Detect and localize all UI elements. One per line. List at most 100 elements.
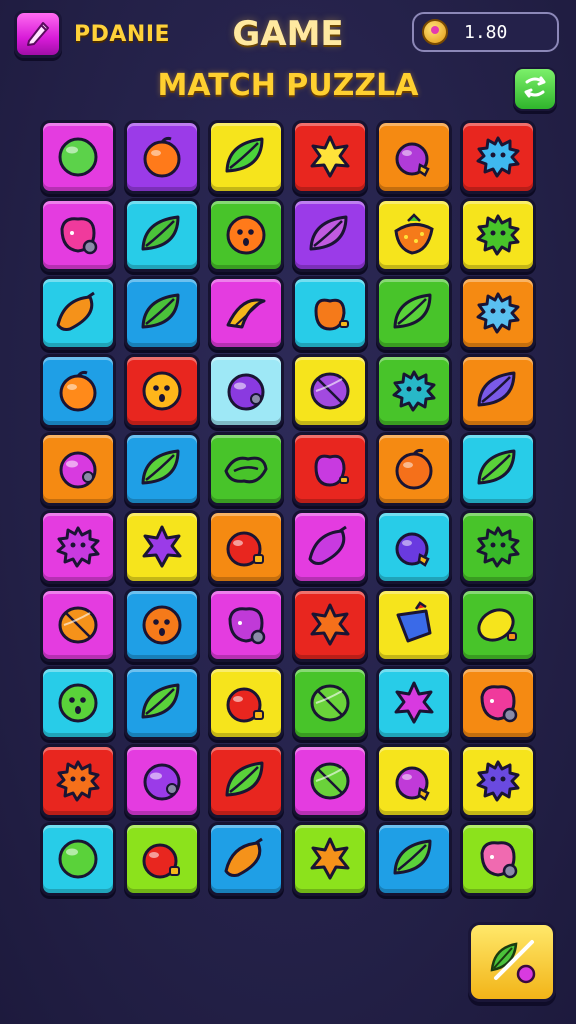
coin-counter[interactable]: 1.80 [412, 12, 559, 52]
coin-value: 1.80 [464, 21, 508, 43]
tile-r4-c3[interactable] [208, 354, 284, 428]
tile-r2-c5[interactable] [376, 198, 452, 272]
tile-r3-c2[interactable] [124, 276, 200, 350]
tile-r8-c4[interactable] [292, 666, 368, 740]
tile-r10-c4[interactable] [292, 822, 368, 896]
tile-r5-c6[interactable] [460, 432, 536, 506]
spiky-icon [476, 760, 520, 802]
tile-r7-c5[interactable] [376, 588, 452, 662]
tile-r7-c3[interactable] [208, 588, 284, 662]
tile-r2-c3[interactable] [208, 198, 284, 272]
tile-r10-c2[interactable] [124, 822, 200, 896]
tile-r4-c1[interactable] [40, 354, 116, 428]
apple-icon [314, 298, 349, 331]
tile-r4-c6[interactable] [460, 354, 536, 428]
tile-r9-c3[interactable] [208, 744, 284, 818]
spiky-icon [392, 370, 436, 412]
tile-r3-c6[interactable] [460, 276, 536, 350]
tile-r3-c1[interactable] [40, 276, 116, 350]
melon-icon [310, 372, 350, 410]
tile-r7-c4[interactable] [292, 588, 368, 662]
tile-r6-c2[interactable] [124, 510, 200, 584]
tile-r6-c4[interactable] [292, 510, 368, 584]
star-icon [310, 135, 350, 178]
tile-r1-c3[interactable] [208, 120, 284, 194]
lemon-icon [477, 608, 517, 642]
tile-r6-c1[interactable] [40, 510, 116, 584]
berry-icon [60, 217, 98, 255]
tile-r2-c4[interactable] [292, 198, 368, 272]
melon-icon [58, 606, 98, 644]
tile-r9-c6[interactable] [460, 744, 536, 818]
leaf-icon [477, 449, 516, 485]
tile-r8-c3[interactable] [208, 666, 284, 740]
blue-icon [396, 601, 432, 643]
orange-icon [395, 448, 433, 490]
spiky-icon [476, 136, 520, 178]
coin-icon [422, 19, 448, 45]
face-icon [142, 371, 182, 411]
tile-r4-c5[interactable] [376, 354, 452, 428]
tile-r1-c2[interactable] [124, 120, 200, 194]
plum-icon [59, 451, 97, 489]
leaf-icon [141, 683, 180, 719]
face-icon [58, 683, 98, 723]
tile-r2-c6[interactable] [460, 198, 536, 272]
tile-r4-c4[interactable] [292, 354, 368, 428]
tile-r8-c6[interactable] [460, 666, 536, 740]
tile-r10-c6[interactable] [460, 822, 536, 896]
tile-r5-c2[interactable] [124, 432, 200, 506]
booster-button[interactable] [468, 922, 556, 1002]
tile-r9-c5[interactable] [376, 744, 452, 818]
tile-r6-c5[interactable] [376, 510, 452, 584]
tile-r4-c2[interactable] [124, 354, 200, 428]
tile-r10-c5[interactable] [376, 822, 452, 896]
tile-r9-c1[interactable] [40, 744, 116, 818]
game-screen: PDANIE GAME 1.80 MATCH PUZZLA [0, 0, 576, 1024]
tile-r8-c5[interactable] [376, 666, 452, 740]
tile-r1-c5[interactable] [376, 120, 452, 194]
tile-r5-c5[interactable] [376, 432, 452, 506]
tile-r5-c3[interactable] [208, 432, 284, 506]
tile-r7-c2[interactable] [124, 588, 200, 662]
tile-r1-c1[interactable] [40, 120, 116, 194]
tile-r5-c1[interactable] [40, 432, 116, 506]
leaf-icon [225, 761, 264, 797]
tile-r10-c1[interactable] [40, 822, 116, 896]
plum-icon [143, 763, 181, 801]
berry-icon [228, 607, 266, 645]
level-subtitle: MATCH PUZZLA [157, 68, 419, 103]
tile-r3-c4[interactable] [292, 276, 368, 350]
tile-r6-c3[interactable] [208, 510, 284, 584]
cherry-icon [226, 531, 264, 567]
spiky-icon [476, 292, 520, 334]
leaf-icon [225, 137, 264, 173]
tile-r5-c4[interactable] [292, 432, 368, 506]
leaf-tool-icon [482, 930, 542, 994]
star-icon [310, 837, 350, 880]
leaf-icon [393, 839, 432, 875]
berry-icon [480, 685, 518, 723]
tile-r7-c6[interactable] [460, 588, 536, 662]
tile-r3-c3[interactable] [208, 276, 284, 350]
tile-r1-c4[interactable] [292, 120, 368, 194]
face-icon [226, 215, 266, 255]
tile-r6-c6[interactable] [460, 510, 536, 584]
tile-r10-c3[interactable] [208, 822, 284, 896]
tile-r1-c6[interactable] [460, 120, 536, 194]
star-icon [142, 525, 182, 568]
mango-icon [308, 525, 347, 565]
tile-r2-c1[interactable] [40, 198, 116, 272]
tile-r9-c4[interactable] [292, 744, 368, 818]
apple-icon [314, 454, 349, 487]
spiky-icon [56, 760, 100, 802]
tile-r8-c2[interactable] [124, 666, 200, 740]
tile-r3-c5[interactable] [376, 276, 452, 350]
shuffle-button[interactable] [513, 67, 557, 111]
tile-r8-c1[interactable] [40, 666, 116, 740]
leaf-icon [477, 371, 516, 407]
melon-icon [310, 762, 350, 800]
tile-r7-c1[interactable] [40, 588, 116, 662]
tile-r2-c2[interactable] [124, 198, 200, 272]
tile-r9-c2[interactable] [124, 744, 200, 818]
